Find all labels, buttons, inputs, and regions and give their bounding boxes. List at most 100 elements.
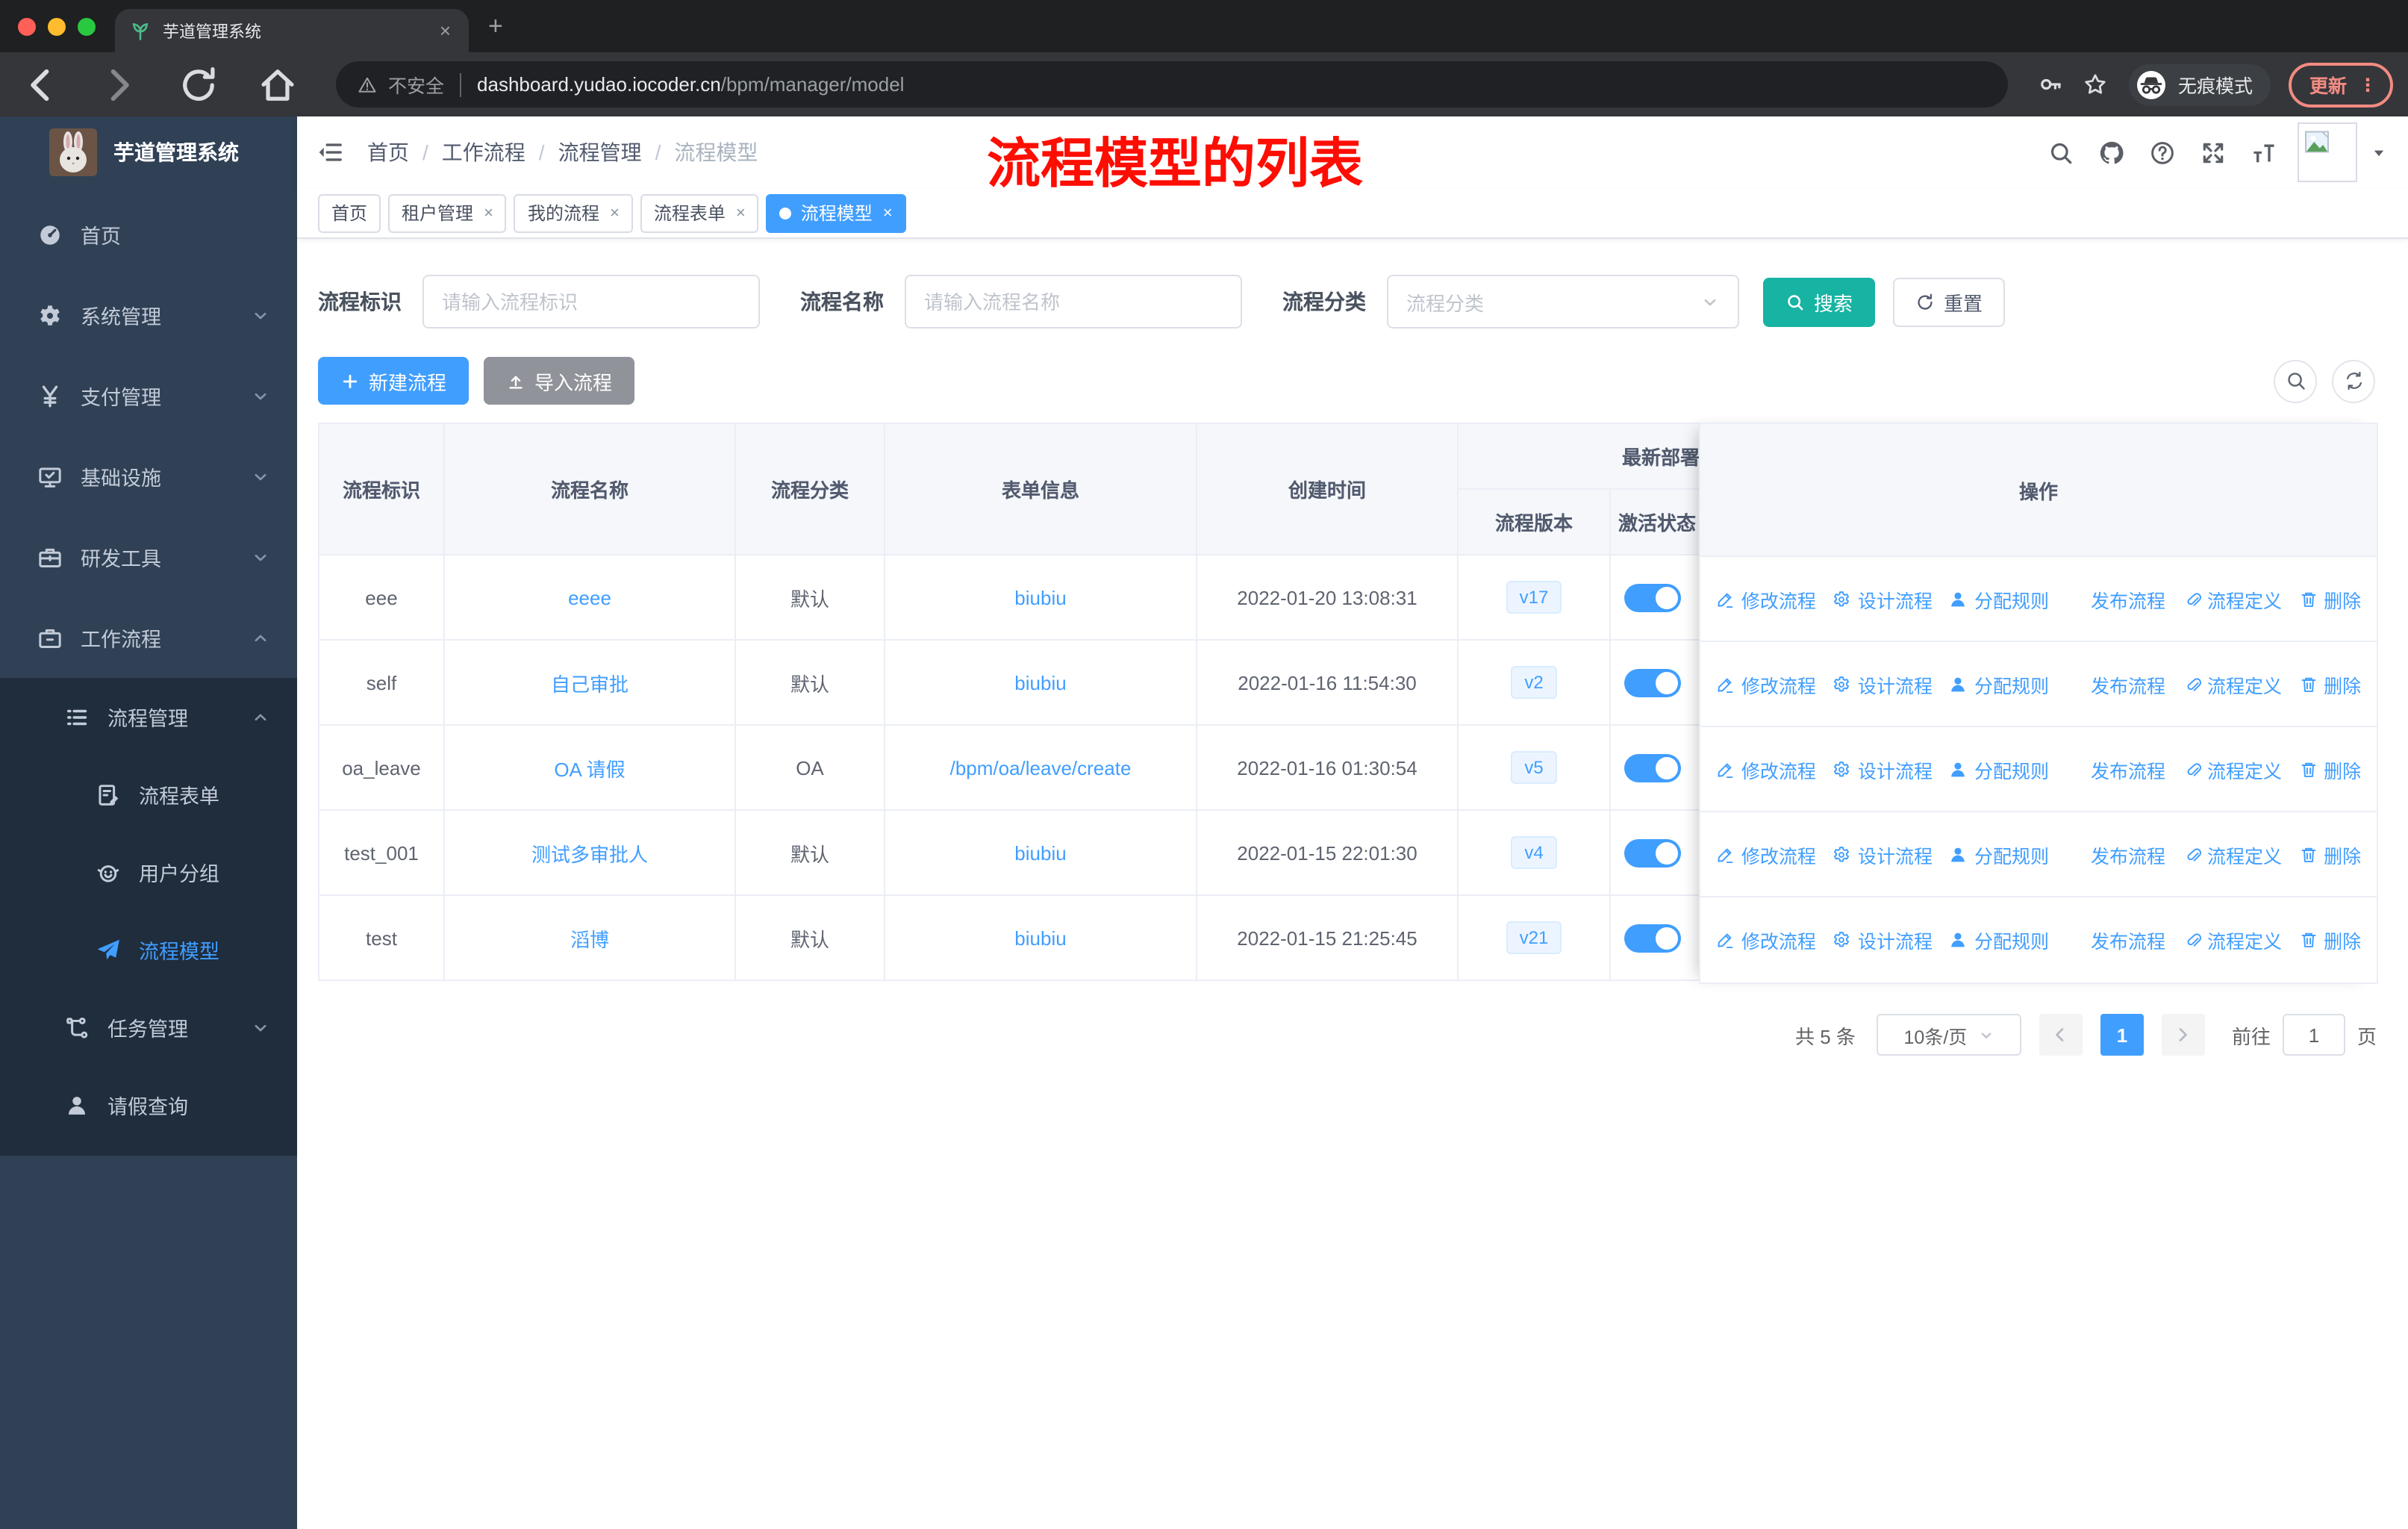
user-avatar[interactable] <box>2298 122 2357 182</box>
assign-rule-link[interactable]: 分配规则 <box>1949 840 2049 868</box>
forward-arrow-icon[interactable] <box>99 63 140 105</box>
design-flow-link[interactable]: 设计流程 <box>1832 926 1933 954</box>
password-key-icon[interactable] <box>2038 72 2063 97</box>
publish-flow-link[interactable]: 发布流程 <box>2065 670 2165 698</box>
browser-menu-dots-icon[interactable]: ⋮ <box>2359 74 2377 95</box>
import-flow-button[interactable]: 导入流程 <box>484 357 635 405</box>
active-toggle[interactable] <box>1624 753 1681 782</box>
chevron-down-icon[interactable] <box>2371 144 2387 161</box>
browser-update-button[interactable]: 更新 ⋮ <box>2288 62 2393 107</box>
breadcrumb-item[interactable]: 工作流程 <box>442 137 525 167</box>
show-search-button[interactable] <box>2274 359 2317 402</box>
not-secure-warning-icon[interactable] <box>357 74 378 95</box>
assign-rule-link[interactable]: 分配规则 <box>1949 755 2049 783</box>
delete-link[interactable]: 删除 <box>2298 755 2361 783</box>
update-label[interactable]: 更新 <box>2309 70 2347 99</box>
flow-definition-link[interactable]: 流程定义 <box>2182 840 2282 868</box>
assign-rule-link[interactable]: 分配规则 <box>1949 926 2049 954</box>
active-toggle[interactable] <box>1624 668 1681 697</box>
prev-page-button[interactable] <box>2039 1014 2083 1056</box>
url-path[interactable]: /bpm/manager/model <box>721 73 905 96</box>
delete-link[interactable]: 删除 <box>2298 840 2361 868</box>
design-flow-link[interactable]: 设计流程 <box>1832 585 1933 613</box>
publish-flow-link[interactable]: 发布流程 <box>2065 755 2165 783</box>
back-arrow-icon[interactable] <box>19 63 61 105</box>
tab-close-icon[interactable]: × <box>437 19 454 42</box>
zoom-window-button[interactable] <box>78 17 96 35</box>
tag-流程表单[interactable]: 流程表单 × <box>640 193 759 232</box>
process-name-link[interactable]: 自己审批 <box>551 673 628 695</box>
design-flow-link[interactable]: 设计流程 <box>1832 670 1933 698</box>
flow-definition-link[interactable]: 流程定义 <box>2182 926 2282 954</box>
assign-rule-link[interactable]: 分配规则 <box>1949 585 2049 613</box>
sidebar-item-流程模型[interactable]: 流程模型 <box>0 911 297 988</box>
new-tab-button[interactable]: + <box>488 12 503 42</box>
flow-definition-link[interactable]: 流程定义 <box>2182 670 2282 698</box>
security-label[interactable]: 不安全 <box>388 70 444 99</box>
page-size-select[interactable]: 10条/页 <box>1876 1014 2021 1056</box>
delete-link[interactable]: 删除 <box>2298 670 2361 698</box>
sidebar-item-请假查询[interactable]: 请假查询 <box>0 1066 297 1144</box>
tag-close-icon[interactable]: × <box>883 204 893 222</box>
form-info-link[interactable]: biubiu <box>1014 586 1066 608</box>
design-flow-link[interactable]: 设计流程 <box>1832 755 1933 783</box>
collapse-sidebar-icon[interactable] <box>316 139 343 166</box>
publish-flow-link[interactable]: 发布流程 <box>2065 926 2165 954</box>
process-name-link[interactable]: 滔博 <box>570 928 609 950</box>
tag-close-icon[interactable]: × <box>610 204 620 222</box>
form-info-link[interactable]: biubiu <box>1014 927 1066 949</box>
sidebar-item-流程管理[interactable]: 流程管理 <box>0 678 297 756</box>
current-page-button[interactable]: 1 <box>2100 1014 2144 1056</box>
process-name-link[interactable]: eeee <box>568 586 611 608</box>
sidebar-item-基础设施[interactable]: 基础设施 <box>0 436 297 517</box>
modify-flow-link[interactable]: 修改流程 <box>1716 670 1816 698</box>
goto-page-input[interactable] <box>2282 1014 2345 1056</box>
create-flow-button[interactable]: 新建流程 <box>318 357 470 405</box>
form-info-link[interactable]: biubiu <box>1014 841 1066 864</box>
tag-租户管理[interactable]: 租户管理 × <box>388 193 507 232</box>
search-icon[interactable] <box>2048 140 2074 165</box>
design-flow-link[interactable]: 设计流程 <box>1832 840 1933 868</box>
sidebar-item-首页[interactable]: 首页 <box>0 194 297 275</box>
sidebar-item-支付管理[interactable]: 支付管理 <box>0 355 297 436</box>
app-logo[interactable]: 芋道管理系统 <box>0 116 297 188</box>
sidebar-item-流程表单[interactable]: 流程表单 <box>0 756 297 833</box>
fullscreen-icon[interactable] <box>2200 140 2226 165</box>
process-name-input[interactable] <box>905 275 1242 328</box>
sidebar-item-研发工具[interactable]: 研发工具 <box>0 517 297 597</box>
reset-button[interactable]: 重置 <box>1893 277 2006 326</box>
tag-首页[interactable]: 首页 <box>318 193 381 232</box>
form-info-link[interactable]: /bpm/oa/leave/create <box>950 756 1132 779</box>
github-icon[interactable] <box>2099 140 2124 165</box>
tag-流程模型[interactable]: 流程模型 × <box>766 193 906 232</box>
breadcrumb-item[interactable]: 首页 <box>367 137 409 167</box>
bookmark-star-icon[interactable] <box>2083 72 2108 97</box>
search-button[interactable]: 搜索 <box>1763 277 1876 326</box>
process-name-link[interactable]: 测试多审批人 <box>531 843 648 865</box>
process-id-input[interactable] <box>422 275 760 328</box>
process-category-select[interactable]: 流程分类 <box>1387 275 1739 328</box>
flow-definition-link[interactable]: 流程定义 <box>2182 755 2282 783</box>
modify-flow-link[interactable]: 修改流程 <box>1716 840 1816 868</box>
modify-flow-link[interactable]: 修改流程 <box>1716 585 1816 613</box>
active-toggle[interactable] <box>1624 924 1681 952</box>
modify-flow-link[interactable]: 修改流程 <box>1716 926 1816 954</box>
refresh-table-button[interactable] <box>2332 359 2375 402</box>
flow-definition-link[interactable]: 流程定义 <box>2182 585 2282 613</box>
window-controls[interactable] <box>18 0 96 52</box>
home-icon[interactable] <box>257 63 299 105</box>
table-scroll-region[interactable]: 流程标识 流程名称 流程分类 表单信息 创建时间 最新部署的流程定义 流程版本 <box>318 423 1699 981</box>
browser-tab[interactable]: 芋道管理系统 × <box>115 9 469 52</box>
active-toggle[interactable] <box>1624 583 1681 611</box>
tag-我的流程[interactable]: 我的流程 × <box>514 193 633 232</box>
sidebar-item-用户分组[interactable]: 用户分组 <box>0 833 297 911</box>
delete-link[interactable]: 删除 <box>2298 585 2361 613</box>
url-host[interactable]: dashboard.yudao.iocoder.cn <box>477 73 721 96</box>
reload-icon[interactable] <box>178 63 219 105</box>
modify-flow-link[interactable]: 修改流程 <box>1716 755 1816 783</box>
next-page-button[interactable] <box>2161 1014 2205 1056</box>
delete-link[interactable]: 删除 <box>2298 926 2361 954</box>
sidebar-item-系统管理[interactable]: 系统管理 <box>0 275 297 355</box>
active-toggle[interactable] <box>1624 838 1681 867</box>
font-size-icon[interactable] <box>2251 140 2277 165</box>
